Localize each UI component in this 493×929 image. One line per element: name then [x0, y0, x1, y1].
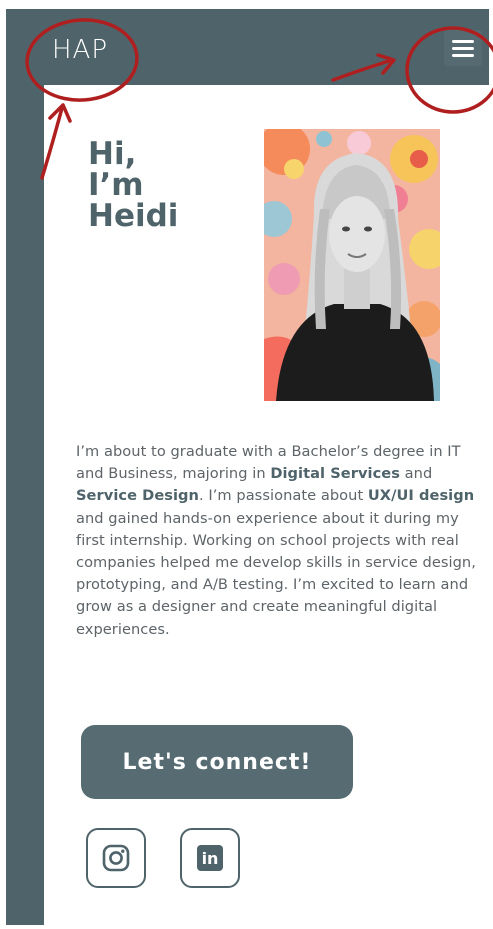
menu-button[interactable]: [444, 30, 482, 66]
linkedin-link[interactable]: in: [180, 828, 240, 888]
bio-highlight: Digital Services: [270, 465, 400, 483]
bio-text: and gained hands-on experience about it …: [76, 509, 476, 638]
instagram-icon: [102, 844, 130, 872]
greeting-line: I’m: [88, 167, 144, 203]
linkedin-icon: in: [197, 845, 223, 871]
lets-connect-button[interactable]: Let's connect!: [81, 725, 353, 799]
hamburger-menu-icon-line: [452, 53, 474, 57]
bio-paragraph: I’m about to graduate with a Bachelor’s …: [76, 441, 488, 641]
bio-highlight: UX/UI design: [367, 487, 475, 505]
page-frame: HAP Hi, I’m Heidi I’m about to graduate …: [6, 9, 489, 925]
instagram-link[interactable]: [86, 828, 146, 888]
bio-text: and: [399, 465, 433, 483]
main-content: Hi, I’m Heidi I’m about to graduate with…: [44, 85, 489, 925]
bio-highlight: Service Design: [76, 487, 199, 505]
hamburger-menu-icon: [452, 39, 474, 43]
left-sidebar: [6, 9, 44, 925]
logo[interactable]: HAP: [52, 35, 108, 65]
greeting-line: Heidi: [88, 198, 179, 234]
hero-greeting: Hi, I’m Heidi: [88, 139, 178, 232]
hamburger-menu-icon-line: [452, 46, 474, 50]
greeting-line: Hi,: [88, 136, 137, 172]
profile-photo: [264, 129, 440, 401]
linkedin-icon-text: in: [202, 849, 219, 868]
bio-text: . I’m passionate about: [199, 487, 368, 505]
